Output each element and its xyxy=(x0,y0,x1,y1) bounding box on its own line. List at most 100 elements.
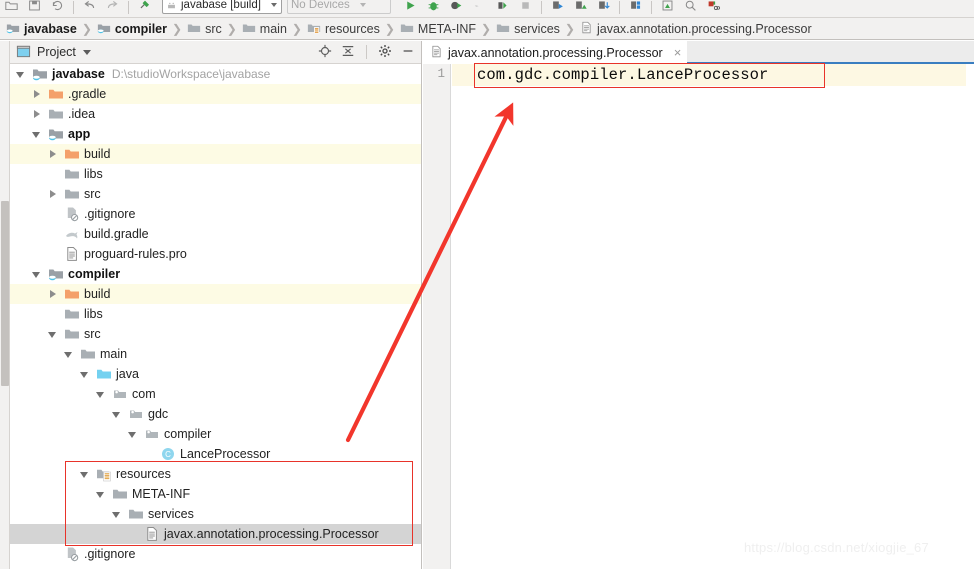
project-structure-icon[interactable] xyxy=(656,0,679,14)
tree-row[interactable]: compiler xyxy=(10,264,421,284)
tree-row[interactable]: app xyxy=(10,124,421,144)
tree-row[interactable]: libs xyxy=(10,164,421,184)
tree-row[interactable]: build.gradle xyxy=(10,224,421,244)
breadcrumb-item-compiler[interactable]: compiler xyxy=(95,19,169,39)
avd-manager-icon[interactable] xyxy=(546,0,569,14)
editor-tab-processor[interactable]: javax.annotation.processing.Processor × xyxy=(423,41,688,64)
editor-text-highlight-box xyxy=(474,63,825,88)
save-all-icon[interactable] xyxy=(23,0,46,14)
watermark-text: https://blog.csdn.net/xiogjie_67 xyxy=(744,540,929,555)
tree-row[interactable]: main xyxy=(10,344,421,364)
tree-row[interactable]: src xyxy=(10,324,421,344)
attach-debugger-icon[interactable] xyxy=(491,0,514,14)
device-selector[interactable]: No Devices xyxy=(287,0,391,14)
chevron-down-icon[interactable] xyxy=(96,489,107,500)
folder-icon xyxy=(187,21,201,37)
chevron-down-icon[interactable] xyxy=(32,269,43,280)
undo-icon[interactable] xyxy=(78,0,101,14)
folder-icon xyxy=(112,486,128,502)
chevron-down-icon[interactable] xyxy=(16,69,27,80)
redo-icon[interactable] xyxy=(101,0,124,14)
collapse-all-icon[interactable] xyxy=(341,44,355,61)
editor-gutter[interactable]: 1 xyxy=(423,64,451,569)
chevron-down-icon[interactable] xyxy=(112,509,123,520)
breadcrumb-item-javabase[interactable]: javabase xyxy=(4,19,79,39)
search-everywhere-icon[interactable] xyxy=(679,0,702,14)
tree-row-label: javax.annotation.processing.Processor xyxy=(164,527,379,541)
run-icon[interactable] xyxy=(399,0,422,14)
tool-strip-scrollbar[interactable] xyxy=(1,201,9,386)
tree-row[interactable]: .gitignore xyxy=(10,544,421,564)
chevron-down-icon[interactable] xyxy=(48,329,59,340)
tree-row[interactable]: gdc xyxy=(10,404,421,424)
breadcrumb-separator: ❯ xyxy=(384,21,395,36)
profile-icon[interactable]: ⌁ xyxy=(468,0,491,14)
breadcrumb-item-resources[interactable]: resources xyxy=(305,19,382,39)
tree-row[interactable]: .idea xyxy=(10,104,421,124)
tree-row[interactable]: build xyxy=(10,144,421,164)
gradle-sync-icon[interactable] xyxy=(133,0,156,14)
run-coverage-icon[interactable] xyxy=(445,0,468,14)
tree-row[interactable]: .gradle xyxy=(10,84,421,104)
project-tree[interactable]: javabase D:\studioWorkspace\javabase .grad… xyxy=(10,64,421,569)
chevron-down-icon[interactable] xyxy=(128,429,139,440)
breadcrumb-separator: ❯ xyxy=(172,21,183,36)
sync-project-icon[interactable] xyxy=(592,0,615,14)
breadcrumb-item-main[interactable]: main xyxy=(240,19,289,39)
editor-vertical-scrollbar[interactable] xyxy=(966,64,974,569)
chevron-down-icon[interactable] xyxy=(64,349,75,360)
tree-row[interactable]: compiler xyxy=(10,424,421,444)
project-tool-window: Project javabase D:\studioWorkspace\javab… xyxy=(10,41,422,569)
tree-row[interactable]: src xyxy=(10,184,421,204)
tree-row[interactable]: C LanceProcessor xyxy=(10,444,421,464)
chevron-down-icon[interactable] xyxy=(112,409,123,420)
debug-icon[interactable] xyxy=(422,0,445,14)
hide-panel-icon[interactable] xyxy=(401,44,415,61)
chevron-right-icon[interactable] xyxy=(32,109,43,120)
tree-row[interactable]: libs xyxy=(10,304,421,324)
module-icon xyxy=(97,21,111,37)
module-icon xyxy=(48,126,64,142)
chevron-right-icon[interactable] xyxy=(48,189,59,200)
breadcrumb-item-services[interactable]: services xyxy=(494,19,562,39)
tree-row[interactable]: resources xyxy=(10,464,421,484)
breadcrumb-item-src[interactable]: src xyxy=(185,19,224,39)
tree-row[interactable]: javabase D:\studioWorkspace\javabase xyxy=(10,64,421,84)
chevron-down-icon[interactable] xyxy=(96,389,107,400)
tree-row[interactable]: META-INF xyxy=(10,484,421,504)
folder-icon xyxy=(64,166,80,182)
chevron-down-icon[interactable] xyxy=(80,469,91,480)
tree-row[interactable]: java xyxy=(10,364,421,384)
chevron-right-icon[interactable] xyxy=(32,89,43,100)
tree-row[interactable]: build xyxy=(10,284,421,304)
chevron-right-icon[interactable] xyxy=(48,289,59,300)
stop-icon[interactable] xyxy=(514,0,537,14)
tree-row-label: META-INF xyxy=(132,487,191,501)
tree-row[interactable]: .gitignore xyxy=(10,204,421,224)
chevron-right-icon[interactable] xyxy=(48,149,59,160)
sdk-manager-icon[interactable] xyxy=(569,0,592,14)
tree-row-label: build.gradle xyxy=(84,227,149,241)
breadcrumb-item-processor-file[interactable]: javax.annotation.processing.Processor xyxy=(578,19,814,39)
settings-gear-icon[interactable] xyxy=(378,44,392,61)
layout-inspector-icon[interactable] xyxy=(624,0,647,14)
help-icon[interactable] xyxy=(702,0,725,14)
locate-file-icon[interactable] xyxy=(318,44,332,61)
chevron-down-icon[interactable] xyxy=(32,129,43,140)
tree-row[interactable]: javax.annotation.processing.Processor xyxy=(10,524,421,544)
tree-row[interactable]: services xyxy=(10,504,421,524)
breadcrumb-item-meta-inf[interactable]: META-INF xyxy=(398,19,478,39)
chevron-down-icon[interactable] xyxy=(82,49,91,55)
module-icon xyxy=(6,21,20,37)
chevron-down-icon[interactable] xyxy=(80,369,91,380)
open-icon[interactable] xyxy=(0,0,23,14)
tree-row[interactable]: com xyxy=(10,384,421,404)
sync-icon[interactable] xyxy=(46,0,69,14)
tree-row[interactable]: proguard-rules.pro xyxy=(10,244,421,264)
editor-body[interactable]: 1 com.gdc.compiler.LanceProcessor xyxy=(423,63,974,569)
close-icon[interactable]: × xyxy=(674,46,682,59)
run-configuration-selector[interactable]: javabase [build] xyxy=(162,0,282,14)
